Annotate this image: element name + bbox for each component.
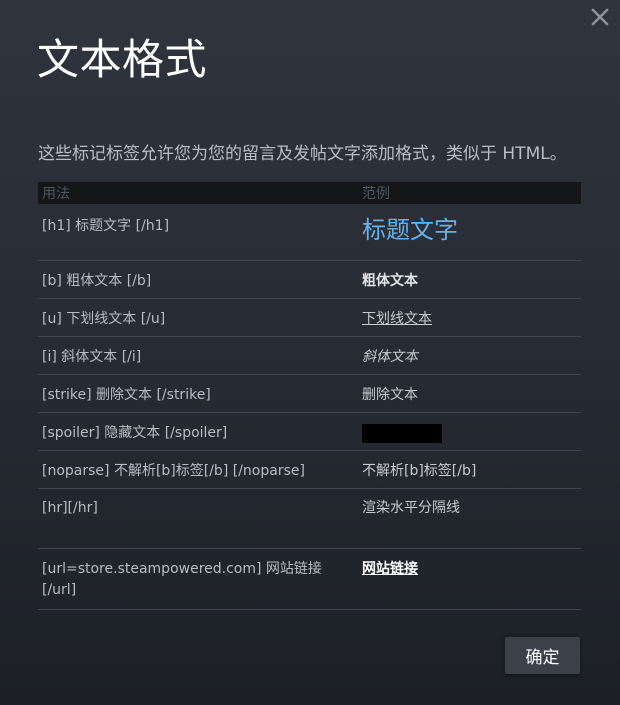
table-row: [spoiler] 隐藏文本 [/spoiler] [38, 413, 581, 451]
usage-cell: [h1] 标题文字 [/h1] [42, 218, 170, 234]
column-header-usage: 用法 [42, 186, 70, 202]
table-row: [strike] 删除文本 [/strike] 删除文本 [38, 375, 581, 413]
column-header-example: 范例 [362, 186, 390, 202]
table-row: [url=store.steampowered.com] 网站链接 [/url]… [38, 549, 581, 610]
usage-cell: [spoiler] 隐藏文本 [/spoiler] [42, 425, 228, 441]
table-row: [hr][/hr] 渲染水平分隔线 [38, 489, 581, 549]
heading-example: 标题文字 [362, 216, 458, 244]
confirm-button[interactable]: 确定 [505, 637, 580, 674]
table-row: [noparse] 不解析[b]标签[/b] [/noparse] 不解析[b]… [38, 451, 581, 489]
usage-cell: [i] 斜体文本 [/i] [42, 349, 142, 365]
table-row: [h1] 标题文字 [/h1] 标题文字 [38, 204, 581, 261]
strike-example: 删除文本 [362, 387, 418, 403]
spoiler-example-cell [358, 413, 442, 450]
usage-cell: [b] 粗体文本 [/b] [42, 273, 152, 289]
table-header: 用法 范例 [38, 182, 581, 204]
usage-cell: [strike] 删除文本 [/strike] [42, 387, 211, 403]
table-row: [i] 斜体文本 [/i] 斜体文本 [38, 337, 581, 375]
dialog-title: 文本格式 [37, 35, 208, 84]
table-row: [b] 粗体文本 [/b] 粗体文本 [38, 261, 581, 299]
usage-cell: [url=store.steampowered.com] 网站链接 [/url] [42, 561, 322, 598]
hr-example: 渲染水平分隔线 [362, 500, 460, 516]
underline-example: 下划线文本 [362, 311, 432, 327]
format-table: 用法 范例 [h1] 标题文字 [/h1] 标题文字 [b] 粗体文本 [/b]… [38, 182, 581, 610]
text-formatting-dialog: 文本格式 这些标记标签允许您为您的留言及发帖文字添加格式，类似于 HTML。 用… [0, 0, 620, 705]
usage-cell: [u] 下划线文本 [/u] [42, 311, 166, 327]
usage-cell: [hr][/hr] [42, 500, 98, 516]
url-example-link[interactable]: 网站链接 [358, 549, 418, 580]
dialog-description: 这些标记标签允许您为您的留言及发帖文字添加格式，类似于 HTML。 [38, 144, 567, 164]
noparse-example: 不解析[b]标签[/b] [362, 463, 477, 479]
italic-example: 斜体文本 [362, 349, 418, 365]
spoiler-block[interactable] [362, 424, 442, 443]
usage-cell: [noparse] 不解析[b]标签[/b] [/noparse] [42, 463, 305, 479]
table-row: [u] 下划线文本 [/u] 下划线文本 [38, 299, 581, 337]
close-icon [591, 8, 609, 30]
close-button[interactable] [589, 8, 611, 30]
bold-example: 粗体文本 [362, 273, 418, 289]
